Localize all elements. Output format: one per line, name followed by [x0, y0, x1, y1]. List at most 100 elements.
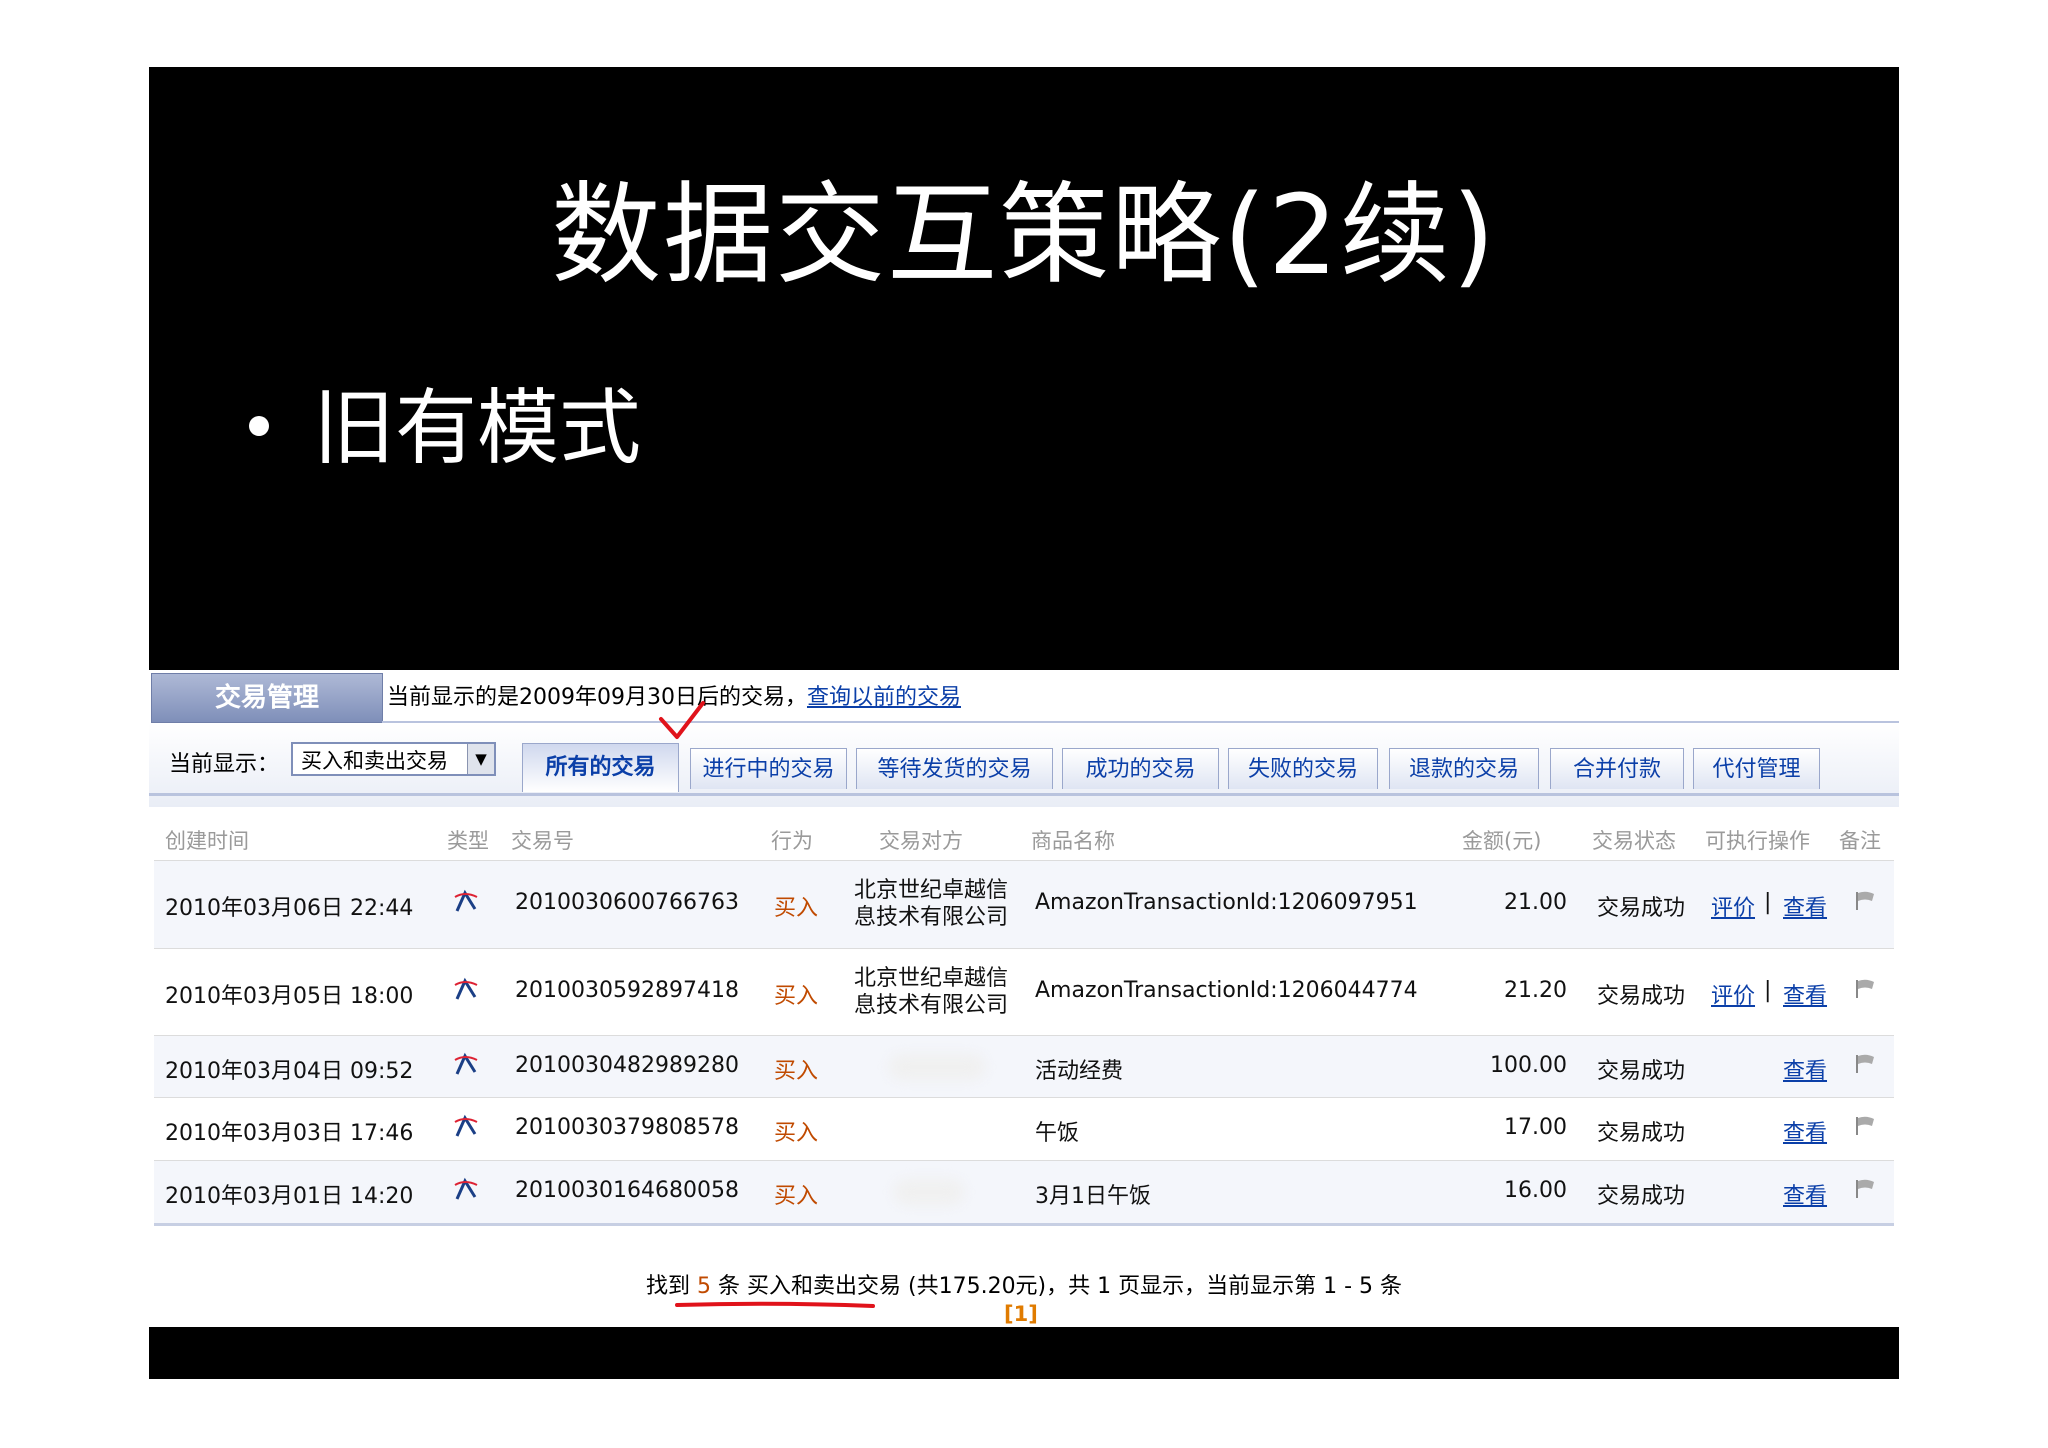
- col-type: 类型: [447, 829, 489, 853]
- cell-action: 买入: [774, 896, 819, 921]
- table-row: 2010年03月03日 17:46 2010030379808578 买入 午饭…: [154, 1098, 1894, 1161]
- summary-rest: ，共 1 页显示，当前显示第 1 - 5 条: [1046, 1274, 1403, 1299]
- trade-type-icon: [454, 889, 478, 912]
- cell-trade-no: 2010030482989280: [515, 1053, 739, 1078]
- op-separator: |: [1764, 890, 1772, 915]
- table-row: 2010年03月01日 14:20 2010030164680058 买入 3月…: [154, 1161, 1894, 1226]
- counterpart-line-2: 息技术有限公司: [854, 993, 1009, 1018]
- cell-action: 买入: [774, 1059, 819, 1084]
- view-link[interactable]: 查看: [1783, 1115, 1827, 1147]
- cell-amount: 17.00: [1504, 1115, 1567, 1140]
- red-underline-mark: [675, 1301, 875, 1308]
- cell-action: 买入: [774, 1184, 819, 1209]
- col-trade-no: 交易号: [511, 829, 574, 853]
- cell-status: 交易成功: [1597, 1184, 1686, 1209]
- cell-time: 2010年03月01日 14:20: [165, 1184, 414, 1209]
- cell-item-name: AmazonTransactionId:1206097951: [1035, 890, 1418, 915]
- summary-unit: 条: [717, 1274, 740, 1299]
- cell-action: 买入: [774, 1121, 819, 1146]
- flag-icon[interactable]: [1854, 978, 1878, 1000]
- cell-status: 交易成功: [1597, 896, 1686, 921]
- col-status: 交易状态: [1592, 829, 1676, 853]
- slide-bullet: 旧有模式: [249, 379, 641, 479]
- tab-failed[interactable]: 失败的交易: [1228, 748, 1378, 789]
- col-action: 行为: [771, 829, 813, 853]
- cell-status: 交易成功: [1597, 1121, 1686, 1146]
- tab-divider: [149, 793, 1899, 796]
- slide-title: 数据交互策略(2续): [551, 171, 1497, 299]
- trade-type-select[interactable]: 买入和卖出交易 ▼: [291, 742, 496, 776]
- trade-type-icon: [454, 1114, 478, 1137]
- summary-prefix: 找到: [645, 1274, 690, 1299]
- trade-management-tab[interactable]: 交易管理: [151, 673, 383, 723]
- red-check-mark: [659, 701, 705, 739]
- page-link-1[interactable]: [1]: [1004, 1302, 1038, 1326]
- view-link[interactable]: 查看: [1783, 1178, 1827, 1210]
- counterpart-line-1: 北京世纪卓越信: [854, 966, 1009, 991]
- cell-amount: 100.00: [1490, 1053, 1567, 1078]
- cell-trade-no: 2010030379808578: [515, 1115, 739, 1140]
- tab-merged-payment[interactable]: 合并付款: [1550, 748, 1684, 789]
- flag-icon[interactable]: [1854, 890, 1878, 912]
- tab-refunded[interactable]: 退款的交易: [1389, 748, 1539, 789]
- tab-all-trades[interactable]: 所有的交易: [522, 743, 679, 792]
- op-separator: |: [1764, 978, 1772, 1003]
- rate-link[interactable]: 评价: [1711, 890, 1755, 922]
- tab-successful[interactable]: 成功的交易: [1062, 748, 1219, 789]
- table-row: 2010年03月06日 22:44 2010030600766763 买入 北京…: [154, 861, 1894, 949]
- trade-type-icon: [454, 1177, 478, 1200]
- tab-awaiting-shipment[interactable]: 等待发货的交易: [856, 748, 1053, 789]
- counterpart-line-2: 息技术有限公司: [854, 905, 1009, 930]
- cell-counterpart: 北京世纪卓越信 息技术有限公司: [854, 965, 1008, 1019]
- bullet-text: 旧有模式: [313, 381, 642, 476]
- query-earlier-link[interactable]: 查询以前的交易: [807, 685, 961, 710]
- col-operations: 可执行操作: [1705, 829, 1810, 853]
- bullet-dot: [249, 415, 269, 436]
- slide-bottom-bar: [149, 1327, 1899, 1379]
- blurred-counterpart: [894, 1179, 964, 1205]
- tab-proxy-payment[interactable]: 代付管理: [1693, 748, 1820, 789]
- table-row: 2010年03月05日 18:00 2010030592897418 买入 北京…: [154, 949, 1894, 1036]
- counterpart-line-1: 北京世纪卓越信: [854, 878, 1009, 903]
- summary-count: 5: [696, 1274, 711, 1299]
- cell-trade-no: 2010030600766763: [515, 890, 739, 915]
- cell-counterpart: 北京世纪卓越信 息技术有限公司: [854, 877, 1008, 931]
- flag-icon[interactable]: [1854, 1178, 1878, 1200]
- tab-in-progress[interactable]: 进行中的交易: [690, 748, 847, 789]
- view-link[interactable]: 查看: [1783, 890, 1827, 922]
- cell-trade-no: 2010030592897418: [515, 978, 739, 1003]
- cell-item-name: 3月1日午饭: [1035, 1184, 1151, 1209]
- summary-kind: 买入和卖出交易: [746, 1274, 901, 1299]
- col-amount: 金额(元): [1462, 829, 1542, 853]
- col-item-name: 商品名称: [1031, 829, 1115, 853]
- flag-icon[interactable]: [1854, 1053, 1878, 1075]
- cell-time: 2010年03月05日 18:00: [165, 984, 414, 1009]
- col-remark: 备注: [1839, 829, 1881, 853]
- cell-item-name: AmazonTransactionId:1206044774: [1035, 978, 1418, 1003]
- current-display-label: 当前显示：: [169, 752, 280, 777]
- summary-total: (共175.20元): [908, 1274, 1047, 1299]
- cell-time: 2010年03月06日 22:44: [165, 896, 414, 921]
- cell-status: 交易成功: [1597, 1059, 1686, 1084]
- cell-trade-no: 2010030164680058: [515, 1178, 739, 1203]
- cell-amount: 16.00: [1504, 1178, 1567, 1203]
- trade-management-screenshot: 交易管理 当前显示的是2009年09月30日后的交易，查询以前的交易 当前显示：…: [149, 670, 1899, 1327]
- view-link[interactable]: 查看: [1783, 1053, 1827, 1085]
- view-link[interactable]: 查看: [1783, 978, 1827, 1010]
- trade-type-selected: 买入和卖出交易: [301, 749, 448, 773]
- cell-item-name: 午饭: [1035, 1121, 1080, 1146]
- rate-link[interactable]: 评价: [1711, 978, 1755, 1010]
- cell-status: 交易成功: [1597, 984, 1686, 1009]
- cell-amount: 21.20: [1504, 978, 1567, 1003]
- table-row: 2010年03月04日 09:52 2010030482989280 买入 活动…: [154, 1036, 1894, 1098]
- chevron-down-icon[interactable]: ▼: [467, 744, 494, 774]
- header-info-text: 当前显示的是2009年09月30日后的交易，: [387, 685, 807, 710]
- trade-type-icon: [454, 1052, 478, 1075]
- cell-item-name: 活动经费: [1035, 1059, 1124, 1084]
- cell-action: 买入: [774, 984, 819, 1009]
- cell-time: 2010年03月03日 17:46: [165, 1121, 414, 1146]
- cell-time: 2010年03月04日 09:52: [165, 1059, 414, 1084]
- col-counterpart: 交易对方: [879, 829, 963, 853]
- cell-amount: 21.00: [1504, 890, 1567, 915]
- flag-icon[interactable]: [1854, 1115, 1878, 1137]
